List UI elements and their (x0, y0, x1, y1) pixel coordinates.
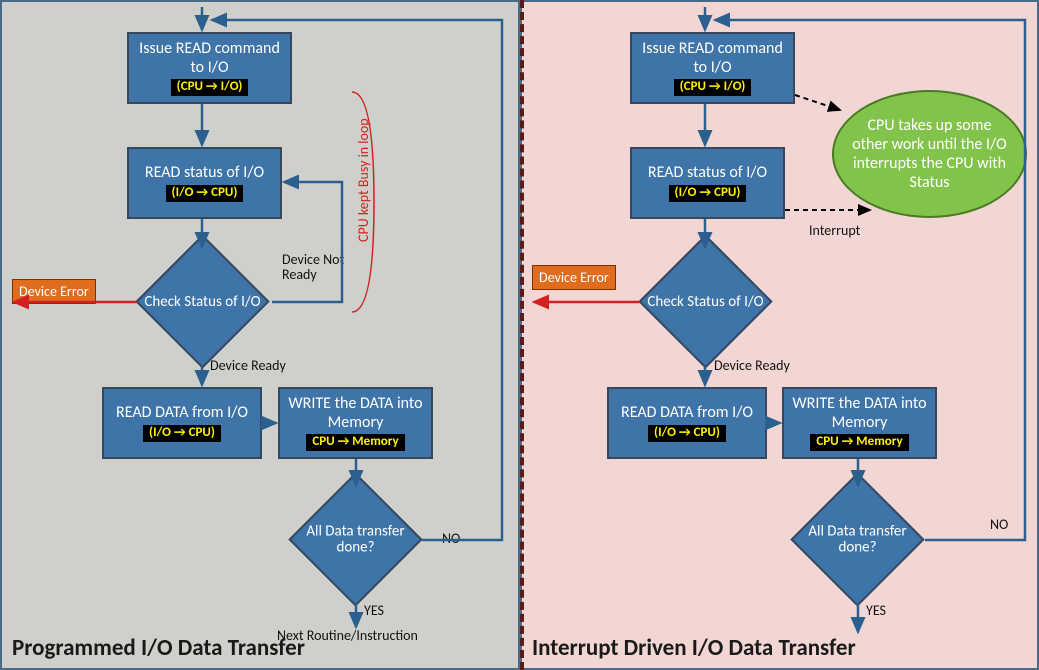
diamond-check-right: Check Status of I/O (658, 254, 753, 349)
label-ready-right: Device Ready (714, 357, 790, 374)
box-write-mem-right: WRITE the DATA into Memory CPU → Memory (782, 387, 937, 459)
text: Check Status of I/O (143, 293, 263, 310)
text: READ status of I/O (145, 164, 264, 182)
box-issue-read-left: Issue READ command to I/O (CPU → I/O) (127, 32, 292, 104)
tag: (I/O → CPU) (648, 425, 726, 442)
label-no-right: NO (990, 516, 1008, 533)
tag: (CPU → I/O) (171, 79, 249, 96)
text: All Data transfer done? (296, 523, 416, 556)
text: READ DATA from I/O (621, 404, 753, 422)
label-interrupt: Interrupt (809, 222, 860, 239)
right-panel: Issue READ command to I/O (CPU → I/O) RE… (520, 0, 1039, 670)
label-not-ready: Device Not Ready (282, 252, 372, 283)
tag: CPU → Memory (306, 434, 404, 451)
diamond-done-left: All Data transfer done? (308, 492, 403, 587)
text: WRITE the DATA into Memory (790, 395, 929, 432)
label-yes-left: YES (364, 602, 384, 619)
tag: (I/O → CPU) (143, 425, 221, 442)
label-ready-left: Device Ready (210, 357, 286, 374)
cpu-other-work-ellipse: CPU takes up some other work until the I… (832, 90, 1027, 218)
busy-loop-label: CPU kept Busy in loop (355, 118, 372, 242)
tag: (I/O → CPU) (669, 185, 747, 202)
tag: CPU → Memory (810, 434, 908, 451)
panel-title-left: Programmed I/O Data Transfer (12, 634, 305, 662)
box-read-data-left: READ DATA from I/O (I/O → CPU) (102, 387, 262, 459)
label-no-left: NO (442, 530, 460, 547)
panel-divider (520, 0, 524, 670)
box-write-mem-left: WRITE the DATA into Memory CPU → Memory (278, 387, 433, 459)
text: Issue READ command to I/O (638, 40, 787, 77)
text: All Data transfer done? (798, 523, 918, 556)
text: READ DATA from I/O (116, 404, 248, 422)
text: READ status of I/O (648, 164, 767, 182)
panel-title-right: Interrupt Driven I/O Data Transfer (532, 634, 856, 662)
diamond-done-right: All Data transfer done? (810, 492, 905, 587)
text: Issue READ command to I/O (135, 40, 284, 77)
box-read-status-left: READ status of I/O (I/O → CPU) (127, 147, 282, 219)
diamond-check-left: Check Status of I/O (155, 254, 250, 349)
device-error-right: Device Error (532, 265, 616, 290)
box-read-status-right: READ status of I/O (I/O → CPU) (630, 147, 785, 219)
text: CPU takes up some other work until the I… (852, 116, 1007, 193)
text: WRITE the DATA into Memory (286, 395, 425, 432)
box-issue-read-right: Issue READ command to I/O (CPU → I/O) (630, 32, 795, 104)
box-read-data-right: READ DATA from I/O (I/O → CPU) (607, 387, 767, 459)
label-yes-right: YES (866, 602, 886, 619)
left-panel: Issue READ command to I/O (CPU → I/O) RE… (0, 0, 520, 670)
device-error-left: Device Error (12, 279, 96, 304)
tag: (I/O → CPU) (166, 185, 244, 202)
text: Check Status of I/O (646, 293, 766, 310)
tag: (CPU → I/O) (674, 79, 752, 96)
